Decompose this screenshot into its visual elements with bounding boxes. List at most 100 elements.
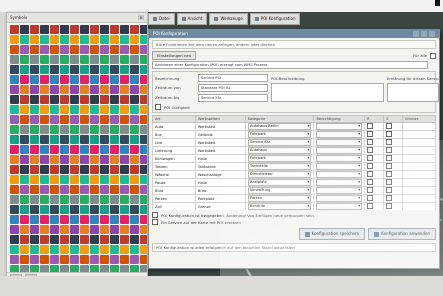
row-checkbox[interactable] [386,163,393,169]
dropdown[interactable]: Tankstelle ▾ [248,163,312,170]
symbol-cell[interactable] [130,135,139,144]
symbol-cell[interactable] [90,175,99,184]
dropdown[interactable]: ▾ [316,187,362,194]
dropdown[interactable]: ▾ [316,195,362,202]
symbol-cell[interactable] [130,255,139,264]
symbol-cell[interactable] [90,225,99,234]
symbol-cell[interactable] [70,135,79,144]
table-cell[interactable]: ▾ [313,154,365,163]
symbol-cell[interactable] [60,55,69,64]
symbol-cell[interactable] [90,205,99,214]
dropdown[interactable]: ▾ [316,139,362,146]
symbol-cell[interactable] [110,105,119,114]
symbol-cell[interactable] [120,205,129,214]
symbol-cell[interactable] [30,135,39,144]
symbol-cell[interactable] [20,75,29,84]
table-cell[interactable]: Lkw [152,138,196,147]
symbol-cell[interactable] [30,155,39,164]
symbol-cell[interactable] [40,25,49,34]
symbol-cell[interactable] [110,35,119,44]
symbol-cell[interactable] [140,225,147,234]
symbol-cell[interactable] [30,45,39,54]
table-header[interactable]: Werkstatten [194,115,247,123]
table-cell[interactable]: Lieferung [152,146,196,155]
symbol-cell[interactable] [60,95,69,104]
table-cell[interactable]: Fuhrpark ▾ [244,130,315,139]
symbol-cell[interactable] [80,235,89,244]
symbol-cell[interactable] [10,95,19,104]
table-cell[interactable]: Autohaus ▾ [244,146,315,155]
symbol-cell[interactable] [70,155,79,164]
symbol-cell[interactable] [40,125,49,134]
symbol-cell[interactable] [100,195,109,204]
symbol-cell[interactable] [10,125,19,134]
symbol-cell[interactable] [80,145,89,154]
symbol-cell[interactable] [90,215,99,224]
symbol-cell[interactable] [80,95,89,104]
taskbar-item-0[interactable]: Datei [148,13,175,25]
symbol-cell[interactable] [60,255,69,264]
symbol-cell[interactable] [70,235,79,244]
symbol-cell[interactable] [100,255,109,264]
symbol-cell[interactable] [140,135,147,144]
symbol-cell[interactable] [110,125,119,134]
symbol-cell[interactable] [140,95,147,104]
maximize-icon[interactable] [421,31,427,37]
symbol-cell[interactable] [10,245,19,254]
symbol-cell[interactable] [30,145,39,154]
table-cell[interactable]: Kühlwagen [152,154,196,163]
symbol-cell[interactable] [70,165,79,174]
row-checkbox[interactable] [367,123,373,129]
symbol-cell[interactable] [140,245,147,254]
symbol-cell[interactable] [110,255,119,264]
table-cell[interactable]: Bus [152,130,196,139]
table-cell[interactable]: Büro [152,186,196,195]
symbol-cell[interactable] [120,255,129,264]
symbol-cell[interactable] [100,75,109,84]
table-row[interactable]: Pause Halle Rastplatz ▾ ▾ [152,178,436,187]
symbol-cell[interactable] [80,175,89,184]
symbol-cell[interactable] [120,95,129,104]
symbol-cell[interactable] [140,115,147,124]
symbol-cell[interactable] [20,105,29,114]
symbol-cell[interactable] [50,65,59,74]
symbol-cell[interactable] [20,155,29,164]
symbol-cell[interactable] [90,255,99,264]
symbol-cell[interactable] [10,165,19,174]
validity-checkbox[interactable] [155,104,161,110]
symbol-cell[interactable] [80,45,89,54]
row-checkbox[interactable] [386,131,393,137]
symbol-cell[interactable] [100,125,109,134]
table-cell[interactable]: Pause [152,178,196,187]
table-cell[interactable]: ▾ [313,122,365,131]
symbol-cell[interactable] [80,105,89,114]
symbol-cell[interactable] [110,235,119,244]
table-header[interactable]: S [383,115,404,123]
symbol-cell[interactable] [110,135,119,144]
symbol-cell[interactable] [120,165,129,174]
symbol-cell[interactable] [70,25,79,34]
symbol-cell[interactable] [40,105,49,114]
symbol-cell[interactable] [100,105,109,114]
symbol-cell[interactable] [40,215,49,224]
symbol-cell[interactable] [30,245,39,254]
symbol-cell[interactable] [40,145,49,154]
row-checkbox[interactable] [367,179,373,185]
symbol-cell[interactable] [110,55,119,64]
symbol-cell[interactable] [80,135,89,144]
symbol-cell[interactable] [100,225,109,234]
symbol-cell[interactable] [100,185,109,194]
symbol-cell[interactable] [90,105,99,114]
symbol-cell[interactable] [110,115,119,124]
symbol-cell[interactable] [30,125,39,134]
table-cell[interactable]: ▾ [313,186,365,195]
symbol-cell[interactable] [130,35,139,44]
symbol-palette-window[interactable]: Symbole × [6,12,148,284]
symbol-cell[interactable] [130,175,139,184]
symbol-cell[interactable] [130,185,139,194]
symbol-cell[interactable] [50,205,59,214]
symbol-cell[interactable] [60,165,69,174]
symbol-cell[interactable] [110,45,119,54]
table-cell[interactable]: ▾ [313,170,365,179]
symbol-cell[interactable] [10,155,19,164]
